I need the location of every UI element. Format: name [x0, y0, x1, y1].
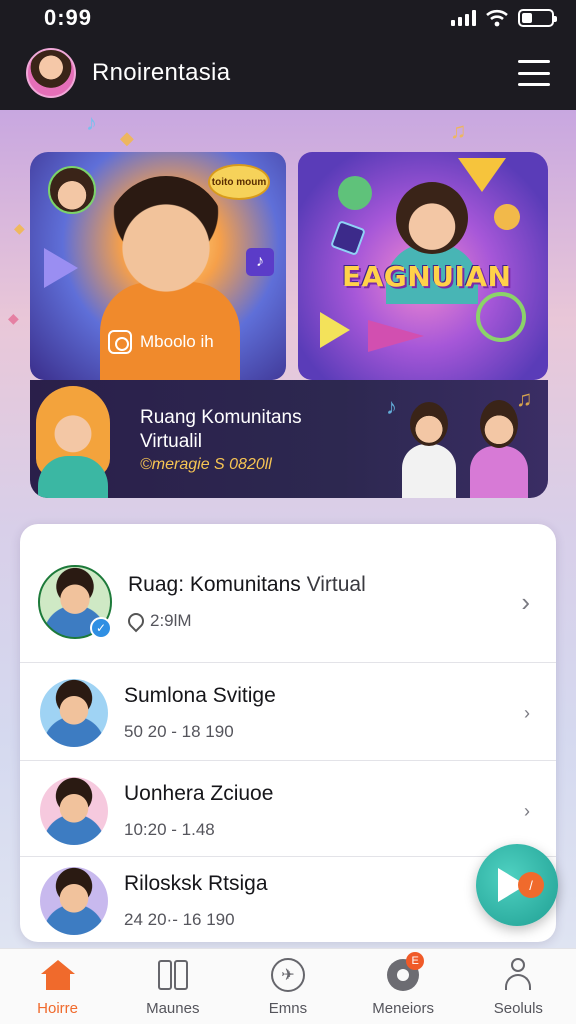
heart-icon — [124, 609, 148, 633]
signal-icon — [451, 10, 476, 26]
instagram-icon — [108, 330, 132, 354]
game-title: EAGNUIAN — [342, 260, 512, 293]
chevron-right-icon[interactable]: › — [524, 801, 530, 822]
chevron-right-icon[interactable]: › — [521, 587, 530, 618]
app-bar: Rnoirentasia — [0, 36, 576, 110]
list-item-title: Ruag: Komunitans Virtual — [128, 573, 521, 597]
bird-icon: ✈ — [269, 956, 307, 994]
list-item-meta: 50 20 - 18 190 — [124, 722, 234, 741]
list-item[interactable]: Sumlona Svitige 50 20 - 18 190 › — [20, 666, 556, 760]
person-icon — [499, 956, 537, 994]
banner-promo[interactable]: Ruang Komunitans Virtualil ©meragie S 08… — [30, 380, 548, 498]
kid-character — [410, 402, 448, 446]
verified-check-icon: ✓ — [90, 617, 112, 639]
music-note-icon: ♫ — [516, 386, 533, 411]
sparkle-icon: ◆ — [8, 310, 19, 326]
speech-bubble: toito moum — [208, 164, 270, 200]
bottom-tab-bar: Hoirre Maunes ✈ Emns E Meneiors Seoluls — [0, 948, 576, 1024]
list-item-meta: 10:20 - 1.48 — [124, 820, 215, 839]
hamburger-menu-icon[interactable] — [518, 60, 550, 86]
avatar — [40, 777, 108, 845]
tab-label: Hoirre — [37, 1000, 79, 1017]
coin-icon — [338, 176, 372, 210]
list-item-title: Sumlona Svitige — [124, 684, 276, 707]
music-tile-icon: ♪ — [246, 248, 274, 276]
hijab-character-body — [38, 456, 108, 498]
avatar — [40, 867, 108, 935]
status-icons — [451, 9, 557, 27]
triangle-shape-icon — [458, 158, 506, 192]
sparkle-icon: ◆ — [14, 220, 25, 236]
promo-title: Ruang Komunitans Virtualil — [140, 406, 302, 454]
tab-label: Meneiors — [372, 1000, 434, 1017]
instagram-tag: Mboolo ih — [108, 330, 214, 354]
list-item-text: Sumlona Svitige 50 20 - 18 190 — [124, 684, 524, 742]
kid-body — [402, 444, 456, 498]
cone-shape-icon — [368, 320, 424, 352]
devices-icon — [154, 956, 192, 994]
gem-icon — [330, 220, 366, 256]
wifi-icon — [486, 9, 508, 27]
gem-icon — [490, 200, 524, 234]
promo-title-line2: Virtualil — [140, 431, 202, 452]
tab-maunes[interactable]: Maunes — [118, 956, 228, 1017]
list-item-title: Uonhera Zciuoe — [124, 782, 274, 805]
list-item-meta-value: 2:9lM — [150, 611, 192, 630]
notification-badge: E — [406, 952, 425, 970]
divider — [20, 662, 556, 663]
music-note-icon: ♪ — [386, 394, 397, 419]
game-character — [396, 182, 468, 254]
list-item-featured[interactable]: ✓ Ruag: Komunitans Virtual 2:9lM › — [20, 544, 556, 660]
list-item-title-main: Ruag: Komunitans — [128, 573, 301, 596]
tab-label: Maunes — [146, 1000, 200, 1017]
music-note-icon: ♫ — [450, 118, 467, 143]
tab-seoluls[interactable]: Seoluls — [463, 956, 573, 1017]
battery-icon — [518, 9, 557, 27]
tab-label: Seoluls — [493, 1000, 543, 1017]
profile-avatar[interactable] — [26, 48, 76, 98]
promo-date: ©meragie S 0820ll — [140, 456, 272, 473]
banner-tile-game[interactable]: EAGNUIAN — [298, 152, 548, 380]
play-shape-icon — [320, 312, 350, 348]
status-bar: 0:99 — [0, 0, 576, 36]
list-item[interactable]: Rilosksk Rtsiga 24 20·- 16 190 — [20, 860, 556, 942]
play-fab-button[interactable]: / — [476, 844, 558, 926]
chevron-right-icon[interactable]: › — [524, 703, 530, 724]
divider — [20, 856, 556, 857]
tab-label: Emns — [268, 1000, 308, 1017]
hero-character — [106, 176, 226, 296]
app-title: Rnoirentasia — [92, 59, 231, 86]
status-time: 0:99 — [44, 5, 93, 30]
banner-tile-creator[interactable]: toito moum ♪ Mboolo ih — [30, 152, 286, 380]
divider — [20, 760, 556, 761]
gear-icon: E — [384, 952, 425, 994]
tab-home[interactable]: Hoirre — [3, 956, 113, 1017]
list-item-meta: 2:9lM — [124, 609, 521, 633]
girl-body — [470, 446, 528, 498]
tab-meneiors[interactable]: E Meneiors — [348, 952, 458, 1017]
list-item[interactable]: Uonhera Zciuoe 10:20 - 1.48 › — [20, 764, 556, 858]
ring-shape-icon — [476, 292, 526, 342]
music-note-icon: ♪ — [86, 110, 97, 135]
promo-title-line1: Ruang Komunitans — [140, 407, 302, 428]
list-item-text: Ruag: Komunitans Virtual 2:9lM — [124, 573, 521, 633]
list-item-text: Uonhera Zciuoe 10:20 - 1.48 — [124, 782, 524, 840]
avatar: ✓ — [38, 565, 112, 639]
mini-avatar — [48, 166, 96, 214]
play-shape-icon — [44, 248, 78, 288]
tab-emns[interactable]: ✈ Emns — [233, 956, 343, 1017]
instagram-handle: Mboolo ih — [140, 332, 214, 351]
avatar — [40, 679, 108, 747]
sparkle-icon: ◆ — [120, 128, 134, 148]
fab-badge: / — [518, 872, 544, 898]
girl-character — [480, 400, 518, 448]
list-item-title-suffix: Virtual — [300, 573, 366, 596]
featured-banner[interactable]: toito moum ♪ Mboolo ih EAGNUIAN Ruang Ko… — [30, 152, 548, 498]
home-icon — [39, 956, 77, 994]
